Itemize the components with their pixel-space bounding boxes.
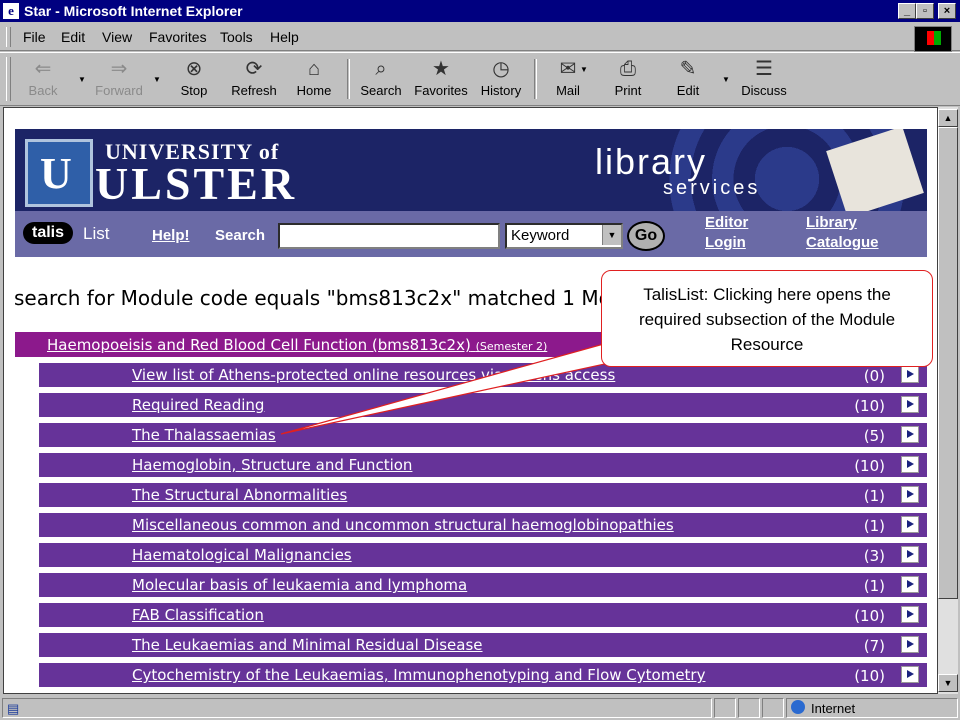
annotation-callout: TalisList: Clicking here opens the requi…	[601, 270, 933, 367]
